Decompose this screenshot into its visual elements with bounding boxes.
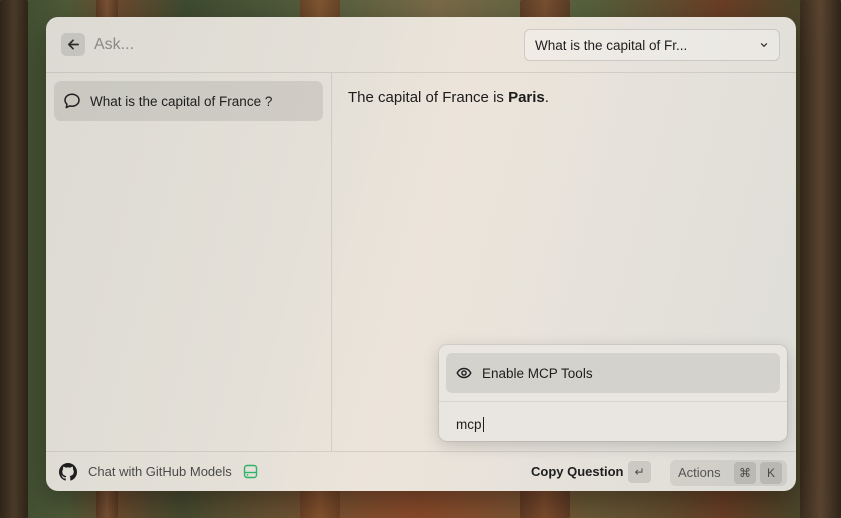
popup-item-label: Enable MCP Tools xyxy=(482,365,593,381)
answer-suffix: . xyxy=(544,89,549,106)
answer-highlight: Paris xyxy=(508,89,545,106)
enter-key-hint: ↵ xyxy=(628,461,651,483)
github-icon xyxy=(59,463,77,481)
actions-filter-input[interactable]: mcp xyxy=(456,415,766,433)
back-button[interactable] xyxy=(61,33,85,56)
answer-text: The capital of France is Paris. xyxy=(348,89,549,106)
command-key-hint: ⌘ xyxy=(734,462,756,484)
server-icon xyxy=(243,464,258,479)
text-caret xyxy=(482,416,484,432)
arrow-left-icon xyxy=(67,38,80,51)
sidebar-item-conversation[interactable]: What is the capital of France ? xyxy=(54,81,323,121)
popup-divider xyxy=(439,401,787,402)
conversation-sidebar: What is the capital of France ? xyxy=(46,73,332,451)
speech-bubble-icon xyxy=(63,92,81,110)
answer-prefix: The capital of France is xyxy=(348,89,509,106)
app-window: What is the capital of Fr... What is the… xyxy=(46,17,796,491)
model-label: Chat with GitHub Models xyxy=(88,464,232,479)
conversation-dropdown[interactable]: What is the capital of Fr... xyxy=(524,29,780,61)
dropdown-selected-value: What is the capital of Fr... xyxy=(535,37,688,53)
sidebar-item-label: What is the capital of France ? xyxy=(90,93,273,109)
enable-mcp-tools-item[interactable]: Enable MCP Tools xyxy=(446,353,780,393)
chevron-down-icon xyxy=(759,40,769,50)
top-bar: What is the capital of Fr... xyxy=(46,17,796,73)
actions-button[interactable]: Actions ⌘ K xyxy=(670,460,787,486)
actions-popup: Enable MCP Tools mcp xyxy=(439,345,787,441)
copy-question-button[interactable]: Copy Question xyxy=(531,464,623,479)
search-input[interactable] xyxy=(94,34,514,56)
actions-filter-value: mcp xyxy=(456,416,482,432)
k-key-hint: K xyxy=(760,462,782,484)
actions-label: Actions xyxy=(678,465,721,480)
footer-bar: Chat with GitHub Models Copy Question ↵ … xyxy=(46,451,796,491)
eye-icon xyxy=(456,365,472,381)
